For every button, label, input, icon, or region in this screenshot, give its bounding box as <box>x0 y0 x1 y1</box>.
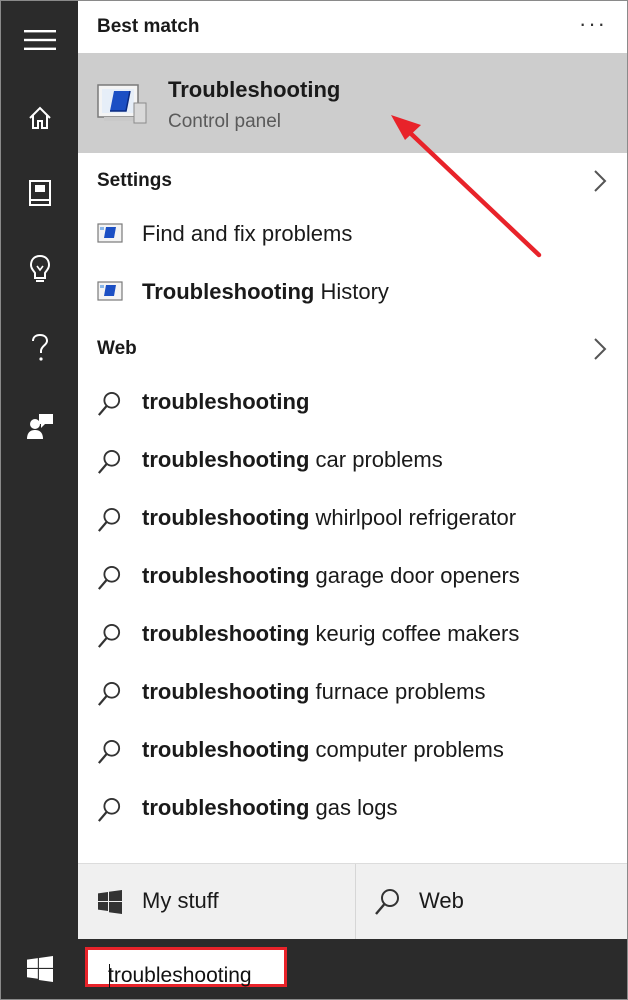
menu-icon <box>23 30 56 50</box>
web-suggestion-label: troubleshooting furnace problems <box>142 679 486 704</box>
web-suggestion-label: troubleshooting keurig coffee makers <box>142 621 520 646</box>
control-panel-icon <box>97 223 123 243</box>
web-suggestion-item[interactable]: troubleshooting <box>78 375 627 431</box>
search-icon <box>98 450 121 474</box>
home-icon <box>28 106 51 129</box>
web-suggestion-item[interactable]: troubleshooting garage door openers <box>78 549 627 605</box>
search-icon <box>98 682 121 706</box>
notebook-button[interactable] <box>1 168 78 218</box>
control-panel-icon <box>97 281 123 301</box>
web-header[interactable]: Web <box>78 329 627 365</box>
start-button[interactable] <box>1 939 78 999</box>
windows-icon <box>98 890 122 914</box>
feedback-button[interactable] <box>1 401 78 451</box>
windows-icon <box>26 956 53 982</box>
search-icon <box>98 566 121 590</box>
search-icon <box>98 740 121 764</box>
settings-item[interactable]: Find and fix problems <box>78 207 627 263</box>
lightbulb-icon <box>29 254 50 282</box>
settings-header[interactable]: Settings <box>78 161 627 197</box>
web-suggestion-label: troubleshooting whirlpool refrigerator <box>142 505 517 530</box>
search-input[interactable]: troubleshooting <box>85 947 287 988</box>
web-scope-button[interactable]: Web <box>356 864 627 940</box>
troubleshooting-app-icon <box>97 84 147 124</box>
my-stuff-label: My stuff <box>142 888 219 913</box>
web-heading: Web <box>97 338 137 359</box>
web-suggestion-label: troubleshooting computer problems <box>142 737 504 762</box>
text-caret <box>109 964 110 988</box>
search-icon <box>98 624 121 648</box>
web-suggestion-item[interactable]: troubleshooting whirlpool refrigerator <box>78 491 627 547</box>
web-suggestion-item[interactable]: troubleshooting furnace problems <box>78 665 627 721</box>
settings-heading: Settings <box>97 170 172 191</box>
search-scope-bar: My stuff Web <box>78 863 627 940</box>
settings-item-label: Find and fix problems <box>142 221 353 246</box>
search-icon <box>98 798 121 822</box>
help-button[interactable] <box>1 323 78 373</box>
web-suggestion-label: troubleshooting car problems <box>142 447 443 472</box>
web-suggestion-label: troubleshooting <box>142 389 310 414</box>
best-match-header: Best match ··· <box>78 7 627 43</box>
settings-item[interactable]: Troubleshooting History <box>78 265 627 321</box>
search-results-panel: Best match ··· Troubleshooting Control p… <box>78 1 627 940</box>
feedback-icon <box>26 414 53 439</box>
chevron-right-icon <box>594 338 607 360</box>
left-rail <box>1 1 78 939</box>
reminders-button[interactable] <box>1 244 78 294</box>
my-stuff-button[interactable]: My stuff <box>78 864 355 940</box>
help-icon <box>31 334 48 361</box>
cortana-search-window: Best match ··· Troubleshooting Control p… <box>0 0 628 1000</box>
web-suggestion-item[interactable]: troubleshooting computer problems <box>78 723 627 779</box>
web-suggestion-label: troubleshooting garage door openers <box>142 563 520 588</box>
search-icon <box>98 508 121 532</box>
best-match-subtitle: Control panel <box>168 111 282 132</box>
best-match-result[interactable]: Troubleshooting Control panel <box>78 53 627 153</box>
more-options-button[interactable]: ··· <box>579 11 607 37</box>
search-icon <box>98 392 121 416</box>
best-match-heading: Best match <box>97 16 200 37</box>
menu-button[interactable] <box>1 15 78 65</box>
settings-item-label: Troubleshooting History <box>142 279 389 304</box>
web-scope-label: Web <box>419 888 464 913</box>
search-icon <box>375 889 399 915</box>
home-button[interactable] <box>1 93 78 143</box>
web-suggestion-label: troubleshooting gas logs <box>142 795 398 820</box>
web-suggestion-item[interactable]: troubleshooting gas logs <box>78 781 627 837</box>
chevron-right-icon <box>594 170 607 192</box>
web-suggestion-item[interactable]: troubleshooting keurig coffee makers <box>78 607 627 663</box>
web-suggestion-item[interactable]: troubleshooting car problems <box>78 433 627 489</box>
notebook-icon <box>28 180 51 206</box>
best-match-title: Troubleshooting <box>168 77 341 102</box>
